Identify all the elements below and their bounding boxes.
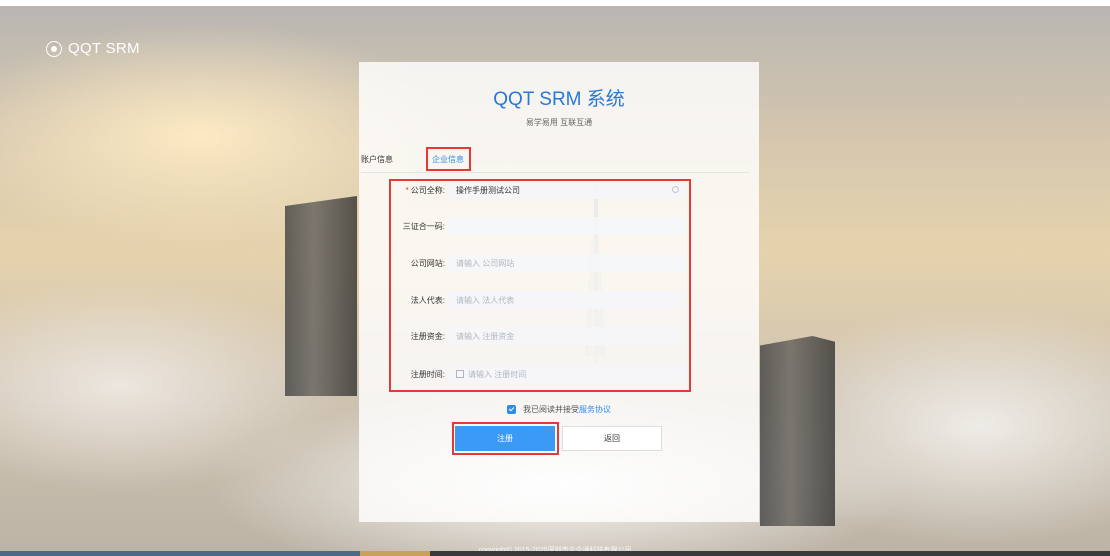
left-skyscraper: [285, 196, 357, 396]
field-row-company-name: * 公司全称: 操作手册测试公司: [391, 181, 686, 199]
tab-highlight-box: [426, 147, 471, 171]
agreement-text: 我已阅读并接受: [523, 405, 579, 414]
field-placeholder: 请输入 公司网站: [456, 258, 515, 268]
service-agreement-link[interactable]: 服务协议: [579, 404, 611, 415]
field-placeholder: 请输入 法人代表: [456, 295, 515, 305]
field-label: 注册资金:: [410, 331, 445, 341]
calendar-icon: [456, 370, 464, 378]
field-row-reg-date: 注册时间: 请输入 注册时间: [391, 365, 686, 383]
logo-text: QQT SRM: [68, 40, 140, 57]
company-name-input[interactable]: 操作手册测试公司: [448, 181, 686, 199]
registration-date-input[interactable]: 请输入 注册时间: [448, 365, 686, 383]
logo-icon: [46, 40, 62, 57]
clear-icon[interactable]: [672, 186, 679, 193]
field-row-legal-rep: 法人代表: 请输入 法人代表: [391, 291, 686, 309]
card-subtitle: 易学易用 互联互通: [525, 118, 593, 127]
agreement-checkbox[interactable]: [507, 405, 516, 414]
back-button[interactable]: 返回: [562, 426, 662, 451]
field-placeholder: 请输入 注册时间: [468, 369, 527, 379]
right-skyscraper: [760, 336, 835, 526]
tab-account-info[interactable]: 账户信息: [361, 154, 393, 165]
field-label: 公司全称:: [410, 185, 445, 195]
card-title: QQT SRM 系统: [493, 89, 625, 110]
tab-bar: 账户信息 企业信息: [361, 150, 749, 173]
field-value: 操作手册测试公司: [456, 185, 520, 195]
field-label: 三证合一码:: [402, 221, 445, 231]
app-logo[interactable]: QQT SRM: [46, 40, 140, 57]
legal-representative-input[interactable]: 请输入 法人代表: [448, 291, 686, 309]
field-label: 公司网站:: [410, 258, 445, 268]
field-row-capital: 注册资金: 请输入 注册资金: [391, 327, 686, 345]
field-label: 注册时间:: [410, 369, 445, 379]
form-highlight-box: [389, 179, 691, 392]
bottom-bar: [0, 551, 1110, 556]
registered-capital-input[interactable]: 请输入 注册资金: [448, 327, 686, 345]
field-row-credit-code: 三证合一码:: [391, 217, 686, 235]
agreement-row: 我已阅读并接受 服务协议: [359, 404, 759, 415]
website-input[interactable]: 请输入 公司网站: [448, 254, 686, 272]
credit-code-input[interactable]: [448, 217, 686, 235]
required-mark: *: [405, 185, 409, 195]
register-button[interactable]: 注册: [455, 426, 555, 451]
field-row-website: 公司网站: 请输入 公司网站: [391, 254, 686, 272]
register-card: QQT SRM 系统 易学易用 互联互通 账户信息 企业信息 * 公司全称: 操作…: [359, 62, 759, 522]
field-placeholder: 请输入 注册资金: [456, 331, 515, 341]
field-label: 法人代表:: [410, 295, 445, 305]
